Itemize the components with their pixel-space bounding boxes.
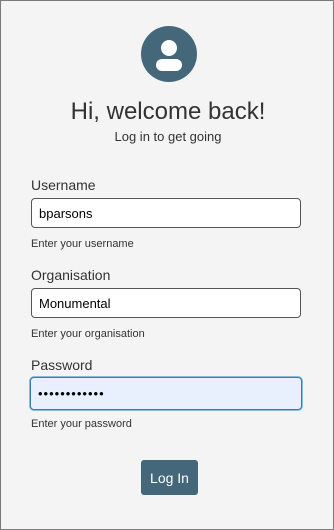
organisation-input[interactable] (31, 288, 301, 318)
username-label: Username (31, 177, 96, 193)
password-input[interactable] (30, 377, 302, 410)
username-input[interactable] (31, 198, 301, 228)
user-silhouette (156, 40, 182, 71)
page-subtitle: Log in to get going (114, 129, 222, 144)
page-title: Hi, welcome back! (70, 98, 266, 125)
login-button[interactable]: Log In (141, 460, 198, 495)
organisation-hint: Enter your organisation (31, 328, 145, 340)
user-avatar-icon (141, 26, 197, 82)
username-hint: Enter your username (31, 238, 134, 250)
password-label: Password (31, 357, 93, 373)
password-hint: Enter your password (31, 418, 132, 430)
login-panel: Hi, welcome back! Log in to get going Us… (0, 0, 334, 530)
organisation-label: Organisation (31, 267, 111, 283)
